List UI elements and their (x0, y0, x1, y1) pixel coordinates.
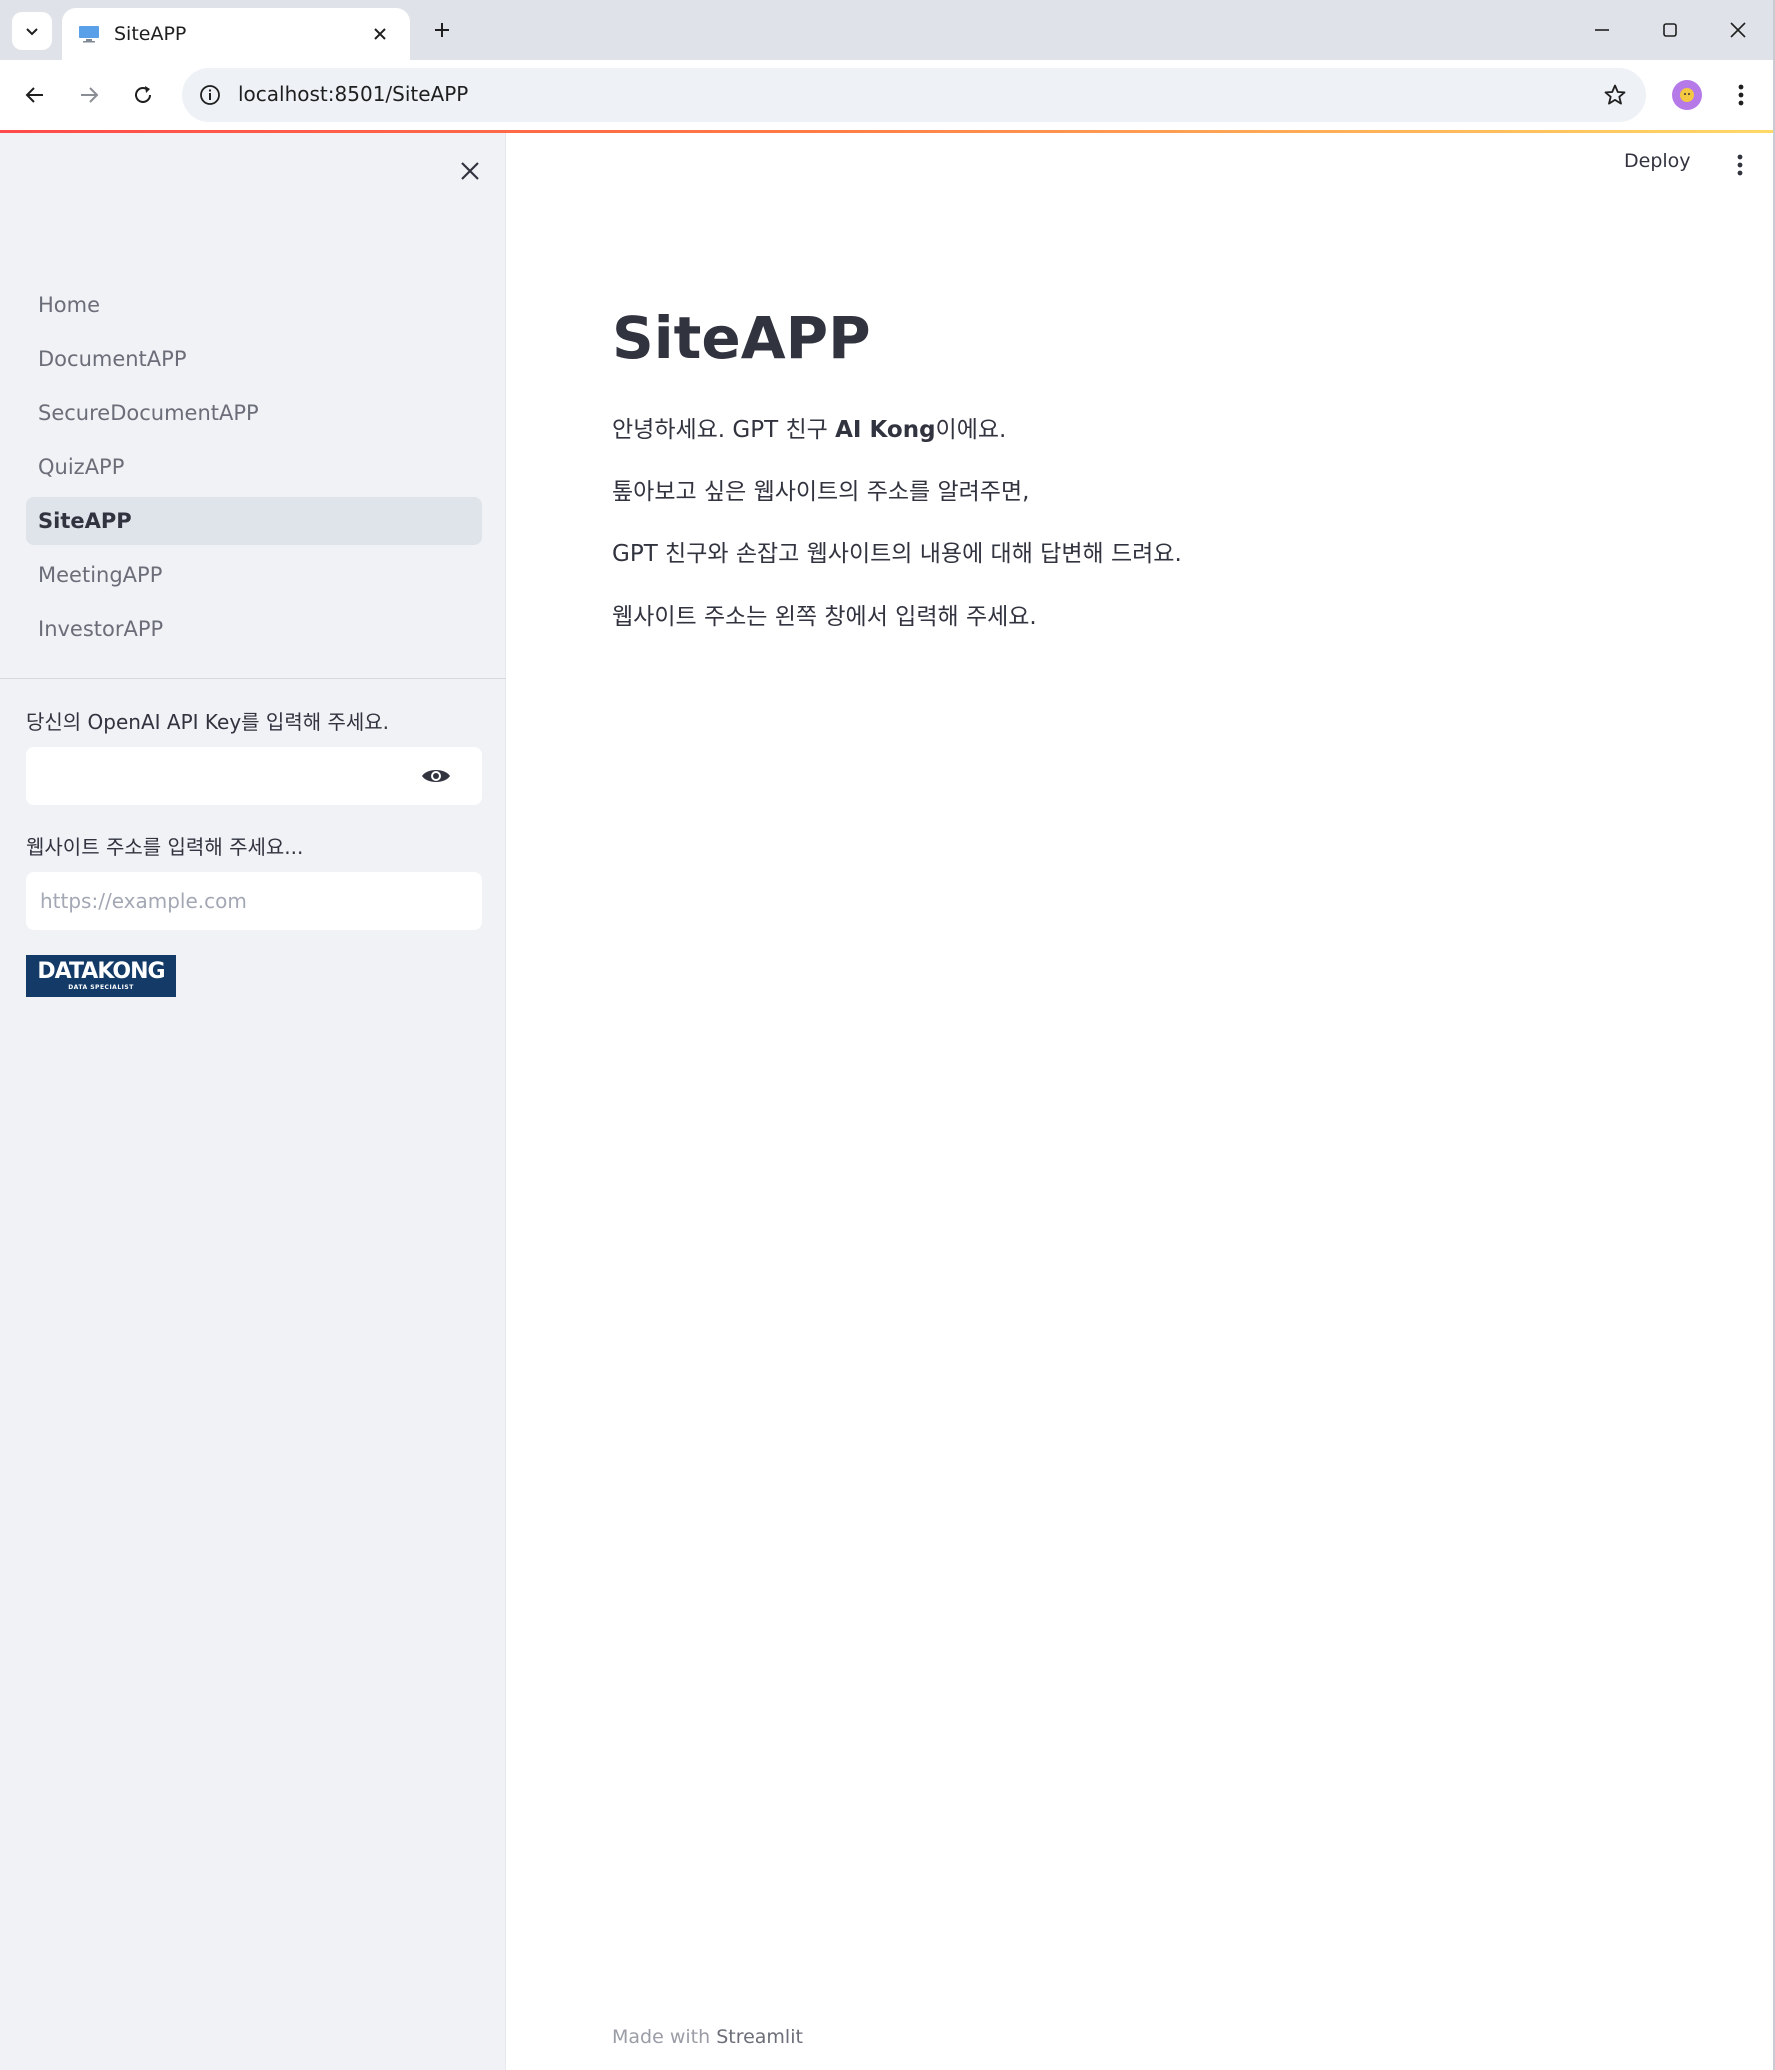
tab-title: SiteAPP (114, 23, 187, 45)
profile-avatar[interactable] (1672, 80, 1702, 110)
new-tab-plus-icon[interactable] (424, 12, 460, 48)
sidebar-nav: Home DocumentAPP SecureDocumentAPP QuizA… (26, 281, 482, 659)
sidebar-divider (0, 678, 506, 679)
sidebar-item-meetingapp[interactable]: MeetingAPP (26, 551, 482, 599)
sidebar-item-label: MeetingAPP (38, 563, 163, 587)
intro-line-2: 톺아보고 싶은 웹사이트의 주소를 알려주면, (612, 479, 1030, 505)
bookmark-star-icon[interactable] (1600, 80, 1630, 110)
sidebar-item-quizapp[interactable]: QuizAPP (26, 443, 482, 491)
tab-close-icon[interactable] (366, 20, 394, 48)
browser-tab[interactable]: SiteAPP (62, 8, 410, 60)
sidebar-item-siteapp[interactable]: SiteAPP (26, 497, 482, 545)
tab-search-button[interactable] (12, 12, 52, 50)
intro-line-1-prefix: 안녕하세요. GPT 친구 (612, 417, 836, 443)
intro-line-1: 안녕하세요. GPT 친구 AI Kong이에요. (612, 410, 1006, 444)
footer: Made with Streamlit (612, 2026, 803, 2048)
sidebar-item-label: SiteAPP (38, 509, 132, 533)
sidebar-item-label: InvestorAPP (38, 617, 164, 641)
sidebar-item-label: QuizAPP (38, 455, 125, 479)
page-title: SiteAPP (612, 304, 871, 372)
logo-subtext: DATA SPECIALIST (68, 984, 134, 991)
forward-arrow-icon[interactable] (68, 74, 110, 116)
deploy-button[interactable]: Deploy (1624, 150, 1691, 172)
api-key-input[interactable] (26, 747, 426, 805)
sidebar-item-securedocumentapp[interactable]: SecureDocumentAPP (26, 389, 482, 437)
url-label: 웹사이트 주소를 입력해 주세요... (26, 835, 304, 859)
sidebar-item-label: DocumentAPP (38, 347, 187, 371)
sidebar: Home DocumentAPP SecureDocumentAPP QuizA… (0, 133, 506, 2070)
intro-line-3: GPT 친구와 손잡고 웹사이트의 내용에 대해 답변해 드려요. (612, 541, 1182, 567)
app-menu-icon[interactable] (1728, 150, 1752, 180)
chevron-down-icon (26, 28, 38, 36)
datakong-logo: DATAKONG DATA SPECIALIST (26, 955, 176, 997)
address-bar[interactable]: localhost:8501/SiteAPP (182, 68, 1646, 122)
site-info-icon[interactable] (196, 81, 224, 109)
computer-favicon-icon (79, 26, 99, 43)
sidebar-item-investorapp[interactable]: InvestorAPP (26, 605, 482, 653)
browser-menu-icon[interactable] (1726, 78, 1756, 112)
minimize-icon[interactable] (1574, 8, 1630, 52)
api-key-field (26, 747, 482, 805)
sidebar-item-label: Home (38, 293, 101, 317)
logo-text: DATAKONG (37, 959, 165, 984)
website-url-field (26, 872, 482, 930)
sidebar-item-documentapp[interactable]: DocumentAPP (26, 335, 482, 383)
api-key-label: 당신의 OpenAI API Key를 입력해 주세요. (26, 710, 390, 734)
window-close-icon[interactable] (1710, 8, 1766, 52)
intro-line-4: 웹사이트 주소는 왼쪽 창에서 입력해 주세요. (612, 604, 1037, 630)
eye-icon[interactable] (420, 763, 452, 789)
sidebar-item-label: SecureDocumentAPP (38, 401, 259, 425)
back-arrow-icon[interactable] (14, 74, 56, 116)
reload-icon[interactable] (122, 74, 164, 116)
maximize-icon[interactable] (1642, 8, 1698, 52)
intro-line-1-bold: AI Kong (835, 417, 936, 443)
footer-prefix: Made with (612, 2026, 717, 2048)
website-url-input[interactable] (26, 872, 482, 930)
intro-line-1-suffix: 이에요. (935, 417, 1007, 443)
streamlit-link[interactable]: Streamlit (716, 2026, 803, 2048)
sidebar-close-icon[interactable] (454, 155, 486, 187)
sidebar-item-home[interactable]: Home (26, 281, 482, 329)
url-text: localhost:8501/SiteAPP (238, 82, 469, 106)
browser-tab-bar: SiteAPP (0, 0, 1775, 60)
